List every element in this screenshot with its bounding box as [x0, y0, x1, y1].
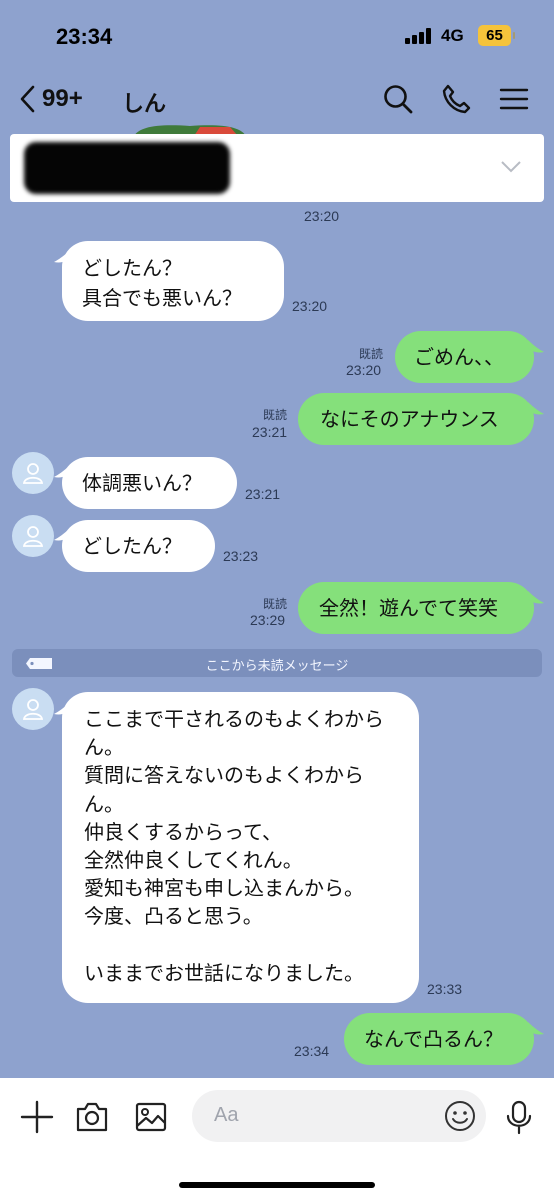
message-text: ん。 — [84, 735, 124, 760]
chat-screen: 23:34 4G 65 99+ しん 23:20 どしたん？ 具合でも悪いん？ … — [0, 0, 554, 1200]
menu-icon[interactable] — [498, 83, 530, 115]
bubble-tail — [528, 340, 544, 353]
message-text: なんで凸るん？ — [364, 1027, 503, 1051]
back-button[interactable]: 99+ — [18, 84, 83, 114]
message-text: ここまで干されるのもよくわから — [84, 707, 384, 731]
message-time: 23:21 — [245, 486, 281, 502]
emoji-icon[interactable] — [443, 1099, 477, 1133]
bubble-tail — [528, 591, 544, 604]
message-text: 質問に答えないのもよくわから — [84, 763, 364, 788]
message-text: どしたん？ — [82, 534, 182, 558]
message-text: ん。 — [84, 791, 124, 816]
message-text: なにそのアナウンス — [320, 407, 499, 431]
read-receipt: 既読 — [263, 597, 288, 611]
message-text: どしたん？ — [82, 256, 182, 280]
message-time: 23:23 — [223, 548, 259, 564]
message-bubble[interactable]: ごめん、、 — [395, 331, 534, 383]
chevron-down-icon[interactable] — [500, 160, 522, 174]
message-bubble[interactable]: 全然！遊んでて笑笑 — [298, 582, 534, 634]
message-time: 23:20 — [292, 298, 328, 314]
message-text: 今度、凸ると思う。 — [84, 904, 263, 929]
chat-header: 99+ しん — [0, 70, 554, 130]
search-icon[interactable] — [382, 83, 414, 115]
unread-divider-label: ここから未読メッセージ — [205, 659, 349, 674]
unread-divider: ここから未読メッセージ — [12, 649, 542, 677]
unread-count: 99+ — [42, 85, 83, 112]
avatar[interactable] — [12, 452, 54, 494]
user-icon — [23, 699, 43, 720]
message-time: 23:34 — [294, 1043, 330, 1059]
message-time: 23:20 — [346, 362, 382, 378]
read-receipt: 既読 — [263, 408, 288, 422]
read-receipt: 既読 — [359, 347, 384, 361]
message-text: 全然！遊んでて笑笑 — [319, 596, 498, 620]
camera-icon[interactable] — [74, 1099, 110, 1135]
user-icon — [23, 526, 43, 547]
avatar[interactable] — [12, 688, 54, 730]
bubble-tail — [528, 402, 544, 415]
message-bubble[interactable]: ここまで干されるのもよくわから ん。 質問に答えないのもよくわから ん。 仲良く… — [62, 692, 419, 1003]
message-text: 仲良くするからって、 — [84, 819, 282, 844]
message-time: 23:29 — [250, 612, 286, 628]
message-text: いままでお世話になりました。 — [84, 960, 364, 985]
network-type: 4G — [441, 26, 464, 45]
chat-title: しん — [122, 92, 167, 117]
message-text: 具合でも悪いん？ — [82, 286, 242, 310]
phone-icon[interactable] — [440, 83, 472, 115]
message-input-placeholder: Aa — [214, 1104, 239, 1126]
image-icon[interactable] — [133, 1099, 169, 1135]
message-text: ごめん、、 — [414, 345, 504, 369]
user-icon — [23, 463, 43, 484]
signal-icon — [405, 28, 433, 44]
chevron-left-icon — [20, 85, 35, 113]
message-bubble[interactable]: 体調悪いん？ — [62, 457, 237, 509]
status-time: 23:34 — [56, 24, 113, 49]
home-indicator — [179, 1182, 375, 1188]
message-bubble[interactable]: どしたん？ — [62, 520, 215, 572]
message-time: 23:33 — [427, 981, 463, 997]
message-text: 全然仲良くしてくれん。 — [84, 848, 303, 873]
bubble-tail — [528, 1022, 544, 1035]
message-text: 体調悪いん？ — [82, 471, 202, 495]
redacted-content — [24, 142, 230, 194]
plus-icon[interactable] — [19, 1099, 55, 1135]
message-bubble[interactable]: なんで凸るん？ — [344, 1013, 534, 1065]
message-text: 愛知も神宮も申し込まんから。 — [84, 876, 364, 901]
battery-icon: 65 — [478, 25, 515, 46]
message-time: 23:21 — [252, 424, 288, 440]
message-bubble[interactable]: なにそのアナウンス — [298, 393, 534, 445]
message-bubble[interactable]: どしたん？ 具合でも悪いん？ — [62, 241, 284, 321]
microphone-icon[interactable] — [501, 1099, 537, 1135]
avatar[interactable] — [12, 515, 54, 557]
announcement-banner[interactable] — [10, 134, 544, 202]
message-time: 23:20 — [304, 208, 340, 224]
